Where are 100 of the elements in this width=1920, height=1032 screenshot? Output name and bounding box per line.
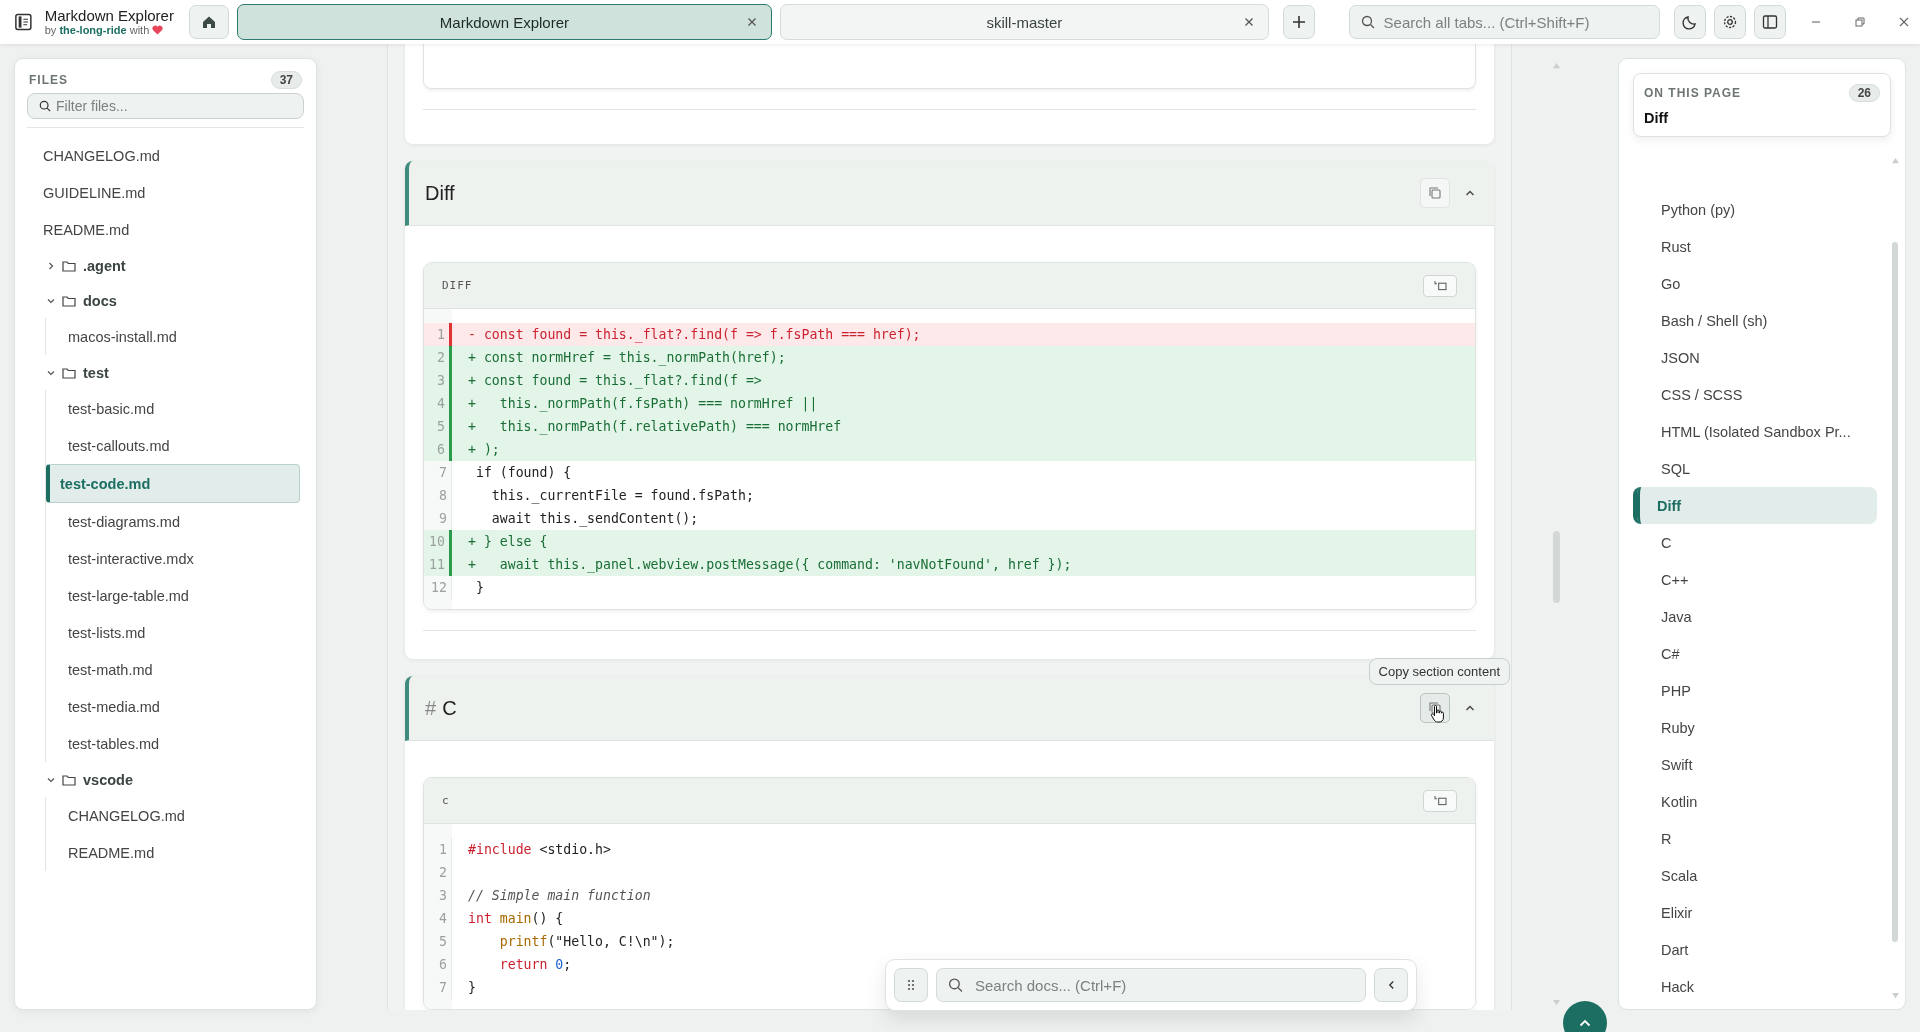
toc-item[interactable]: Rust bbox=[1637, 228, 1877, 265]
toc-item[interactable]: Diff bbox=[1633, 487, 1877, 524]
scrollbar-thumb[interactable] bbox=[1552, 531, 1560, 603]
toc-item[interactable]: Python (py) bbox=[1637, 191, 1877, 228]
code-line: this._currentFile = found.fsPath; bbox=[490, 488, 754, 503]
notebook-icon bbox=[14, 12, 33, 32]
section-title: C bbox=[442, 696, 458, 720]
copy-icon bbox=[1428, 701, 1442, 715]
file-item[interactable]: CHANGELOG.md bbox=[27, 137, 304, 174]
code-line: } bbox=[467, 980, 476, 995]
toc-item[interactable]: Swift bbox=[1637, 746, 1877, 783]
toc-item[interactable]: Java bbox=[1637, 598, 1877, 635]
code-line: + this._normPath(f.fsPath) === normHref || bbox=[467, 396, 818, 411]
chevron-icon[interactable] bbox=[47, 775, 55, 784]
toc-item[interactable]: Ruby bbox=[1637, 709, 1877, 746]
scroll-to-top-button[interactable] bbox=[1563, 1001, 1607, 1032]
copy-code-button[interactable] bbox=[1423, 274, 1457, 297]
file-item[interactable]: test-large-table.md bbox=[46, 577, 304, 614]
search-field[interactable]: Search docs... (Ctrl+F) bbox=[936, 968, 1366, 1002]
file-item[interactable]: test-diagrams.md bbox=[46, 503, 304, 540]
line-number: 7 bbox=[424, 461, 452, 484]
search-field[interactable]: Search all tabs... (Ctrl+Shift+F) bbox=[1348, 5, 1661, 39]
file-item[interactable]: test-code.md bbox=[46, 464, 300, 503]
folder-item[interactable]: .agent bbox=[27, 248, 304, 283]
code-line: } bbox=[474, 580, 484, 595]
toc-item[interactable]: HTML (Isolated Sandbox Pr... bbox=[1637, 413, 1877, 450]
close-icon[interactable] bbox=[747, 17, 758, 27]
toc-item[interactable]: Scala bbox=[1637, 857, 1877, 894]
home-icon bbox=[201, 14, 218, 30]
grip-icon bbox=[907, 979, 915, 991]
toc-item[interactable]: Kotlin bbox=[1637, 783, 1877, 820]
toc-item[interactable]: Elixir bbox=[1637, 894, 1877, 931]
line-number: 1 bbox=[424, 838, 452, 861]
code-line: return 0; bbox=[498, 957, 572, 972]
line-number: 8 bbox=[424, 484, 452, 507]
scrollbar-thumb[interactable] bbox=[1892, 242, 1898, 942]
toc-item[interactable]: Hack bbox=[1637, 968, 1877, 1005]
copy-code-button[interactable] bbox=[1423, 789, 1457, 812]
toc-item[interactable]: Go bbox=[1637, 265, 1877, 302]
file-item[interactable]: macos-install.md bbox=[46, 318, 304, 355]
close-icon[interactable] bbox=[1243, 17, 1254, 27]
app-title: Markdown Explorer bbox=[44, 7, 175, 25]
close-icon[interactable] bbox=[1898, 16, 1910, 28]
toc-item[interactable]: SQL bbox=[1637, 450, 1877, 487]
settings-button[interactable] bbox=[1714, 5, 1747, 39]
plus-icon bbox=[1291, 15, 1306, 29]
line-number: 6 bbox=[424, 953, 452, 976]
code-line: + await this._panel.webview.postMessage({ command: 'navNotFound', href }); bbox=[467, 557, 1072, 572]
file-item[interactable]: test-callouts.md bbox=[46, 427, 304, 464]
tab[interactable]: Markdown Explorer bbox=[236, 4, 773, 40]
code-line: + const normHref = this._normPath(href); bbox=[467, 350, 786, 365]
theme-button[interactable] bbox=[1674, 5, 1707, 39]
file-item[interactable]: test-lists.md bbox=[46, 614, 304, 651]
toc-item[interactable]: JSON bbox=[1637, 339, 1877, 376]
toc-item[interactable]: C++ bbox=[1637, 561, 1877, 598]
new-tab-button[interactable] bbox=[1282, 5, 1315, 39]
toc-item[interactable]: C# bbox=[1637, 635, 1877, 672]
moon-icon bbox=[1682, 14, 1699, 30]
file-item[interactable]: README.md bbox=[27, 211, 304, 248]
section-title: Diff bbox=[425, 181, 456, 205]
code-line: int main() { bbox=[467, 911, 564, 926]
language-label: c bbox=[442, 794, 450, 807]
toc-item[interactable]: R bbox=[1637, 820, 1877, 857]
tab[interactable]: skill-master bbox=[780, 4, 1269, 40]
restore-icon[interactable] bbox=[1854, 16, 1866, 28]
code-line: + const found = this._flat?.find(f => bbox=[467, 373, 762, 388]
file-item[interactable]: test-math.md bbox=[46, 651, 304, 688]
search-icon bbox=[39, 100, 51, 112]
file-item[interactable]: test-tables.md bbox=[46, 725, 304, 762]
settings-icon bbox=[1722, 14, 1739, 30]
file-item[interactable]: CHANGELOG.md bbox=[46, 797, 304, 834]
toc-item[interactable]: Bash / Shell (sh) bbox=[1637, 302, 1877, 339]
file-item[interactable]: GUIDELINE.md bbox=[27, 174, 304, 211]
toc-item[interactable]: PHP bbox=[1637, 672, 1877, 709]
drag-handle[interactable] bbox=[894, 968, 928, 1002]
folder-item[interactable]: test bbox=[27, 355, 304, 390]
line-number: 6 bbox=[424, 438, 452, 461]
folder-item[interactable]: docs bbox=[27, 283, 304, 318]
folder-icon bbox=[62, 259, 76, 272]
chevron-left-icon bbox=[1387, 980, 1395, 990]
panel-title: FILES bbox=[29, 73, 68, 87]
file-item[interactable]: test-media.md bbox=[46, 688, 304, 725]
file-item[interactable]: test-interactive.mdx bbox=[46, 540, 304, 577]
toc-item[interactable]: CSS / SCSS bbox=[1637, 376, 1877, 413]
chevron-icon[interactable] bbox=[47, 368, 55, 377]
folder-item[interactable]: vscode bbox=[27, 762, 304, 797]
file-item[interactable]: test-basic.md bbox=[46, 390, 304, 427]
line-number: 11 bbox=[424, 553, 452, 576]
toc-item[interactable]: Dart bbox=[1637, 931, 1877, 968]
chevron-icon[interactable] bbox=[47, 261, 55, 270]
copy-icon bbox=[1432, 795, 1448, 806]
line-number: 5 bbox=[424, 930, 452, 953]
chevron-icon[interactable] bbox=[47, 296, 55, 305]
filter-field[interactable]: Filter files... bbox=[27, 93, 304, 119]
toc-item[interactable]: C bbox=[1637, 524, 1877, 561]
file-item[interactable]: README.md bbox=[46, 834, 304, 871]
sidebar-toggle-button[interactable] bbox=[1754, 5, 1786, 39]
home-button[interactable] bbox=[189, 5, 229, 39]
heading-count: 26 bbox=[1848, 84, 1880, 102]
hand-cursor-icon bbox=[1430, 705, 1444, 723]
